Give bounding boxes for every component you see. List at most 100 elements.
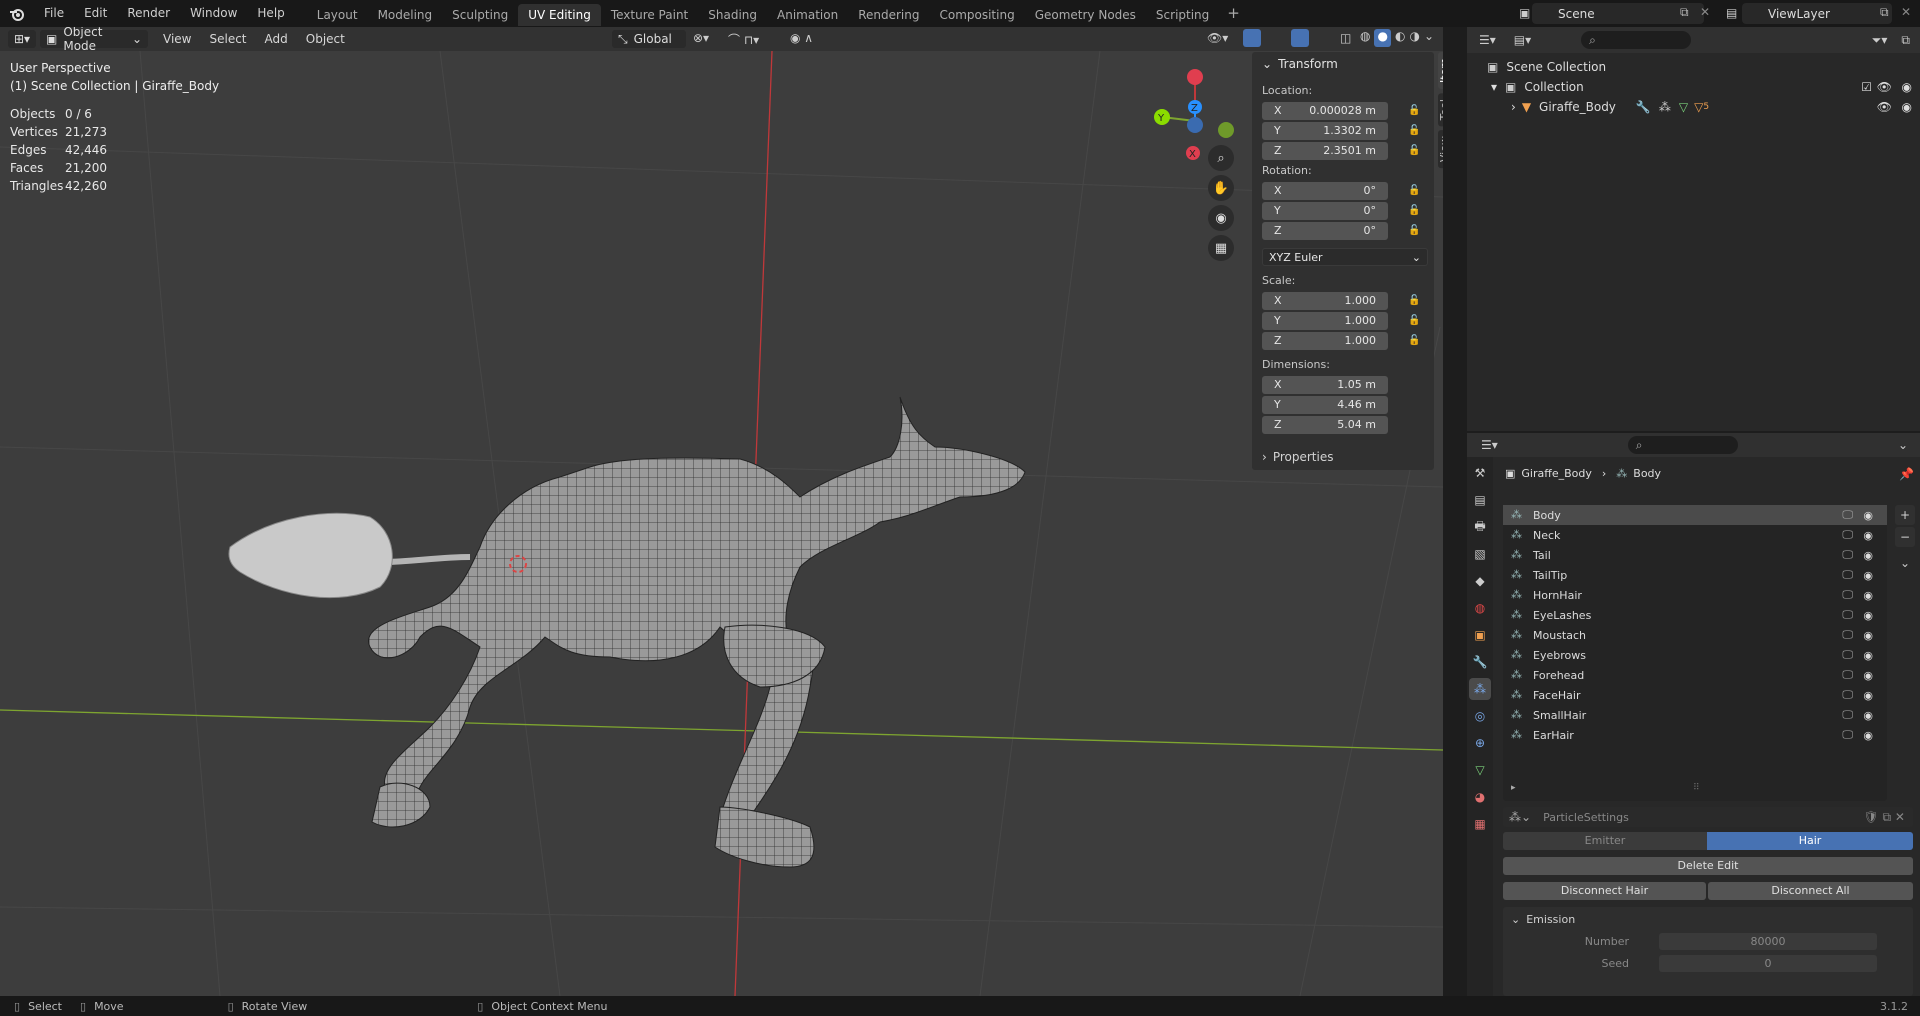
add-particle-system-button[interactable]: + bbox=[1895, 505, 1915, 525]
view-layer-icon[interactable]: ▧ bbox=[1469, 543, 1491, 565]
particle-system-item[interactable]: ⁂ Forehead 🖵 ◉ bbox=[1503, 665, 1887, 685]
viewport-display-icon[interactable]: 🖵 bbox=[1842, 728, 1853, 742]
constraint-icon[interactable]: ⊕ bbox=[1469, 732, 1491, 754]
scene-icon[interactable]: ◆ bbox=[1469, 570, 1491, 592]
disconnect-hair-button[interactable]: Disconnect Hair bbox=[1503, 882, 1706, 900]
proportional-edit-icon[interactable]: ◉ ∧ bbox=[790, 31, 813, 45]
emitter-type-button[interactable]: Emitter bbox=[1503, 832, 1707, 850]
particle-system-item[interactable]: ⁂ TailTip 🖵 ◉ bbox=[1503, 565, 1887, 585]
delete-viewlayer-icon[interactable]: ✕ bbox=[1901, 5, 1911, 19]
rotation-y-field[interactable]: Y 0° bbox=[1262, 202, 1388, 220]
scene-selector[interactable]: Scene bbox=[1532, 3, 1704, 24]
zoom-icon[interactable]: ⌕ bbox=[1208, 145, 1234, 171]
dimensions-z-field[interactable]: Z 5.04 m bbox=[1262, 416, 1388, 434]
particle-system-item[interactable]: ⁂ SmallHair 🖵 ◉ bbox=[1503, 705, 1887, 725]
camera-icon[interactable]: ◉ bbox=[1902, 100, 1912, 114]
options-dropdown-icon[interactable]: ⌄ bbox=[1898, 438, 1908, 452]
shading-modes[interactable]: ◍ ● ◐ ◑ ⌄ bbox=[1360, 29, 1440, 47]
sidebar-tab-view[interactable]: View bbox=[1438, 130, 1443, 169]
emission-header[interactable]: ⌄ Emission bbox=[1503, 907, 1913, 931]
giraffe-mesh[interactable] bbox=[228, 396, 1026, 868]
sidebar-tab-tool[interactable]: Tool bbox=[1438, 93, 1443, 127]
eye-icon[interactable]: 👁 bbox=[1877, 100, 1892, 114]
camera-icon[interactable]: ◉ bbox=[1902, 80, 1912, 94]
lock-icon[interactable]: 🔓 bbox=[1408, 295, 1420, 307]
new-collection-icon[interactable]: ⧉ bbox=[1901, 33, 1910, 48]
add-workspace-button[interactable]: + bbox=[1219, 0, 1248, 27]
outliner-scene-collection[interactable]: ▣ Scene Collection bbox=[1467, 57, 1920, 77]
remove-particle-system-button[interactable]: − bbox=[1895, 527, 1915, 547]
material-icon[interactable]: ◕ bbox=[1469, 786, 1491, 808]
editor-type-icon[interactable]: ☰▾ bbox=[1479, 33, 1496, 47]
material-shading-icon[interactable]: ◐ bbox=[1395, 29, 1405, 47]
particle-system-item[interactable]: ⁂ Body 🖵 ◉ bbox=[1503, 505, 1887, 525]
xray-icon[interactable]: ◫ bbox=[1340, 31, 1351, 45]
tab-sculpting[interactable]: Sculpting bbox=[442, 4, 518, 26]
resize-handle-icon[interactable]: ⠿ bbox=[1693, 783, 1700, 793]
viewport-display-icon[interactable]: 🖵 bbox=[1842, 668, 1853, 682]
dimensions-y-field[interactable]: Y 4.46 m bbox=[1262, 396, 1388, 414]
properties-search-input[interactable]: ⌕ bbox=[1627, 436, 1738, 454]
3d-viewport[interactable]: ⊞▾ ▣ Object Mode ⌄ View Select Add Object ⤡… bbox=[0, 27, 1443, 996]
viewport-display-icon[interactable]: 🖵 bbox=[1842, 648, 1853, 662]
menu-file[interactable]: File bbox=[34, 0, 74, 27]
camera-icon[interactable]: ◉ bbox=[1863, 549, 1873, 562]
camera-icon[interactable]: ◉ bbox=[1863, 589, 1873, 602]
ortho-grid-icon[interactable]: ▦ bbox=[1208, 235, 1234, 261]
data-icon[interactable]: ▽ bbox=[1469, 759, 1491, 781]
overlay-toggle-button[interactable] bbox=[1291, 29, 1309, 47]
particle-system-item[interactable]: ⁂ Neck 🖵 ◉ bbox=[1503, 525, 1887, 545]
checkbox-icon[interactable]: ☑ bbox=[1861, 80, 1872, 94]
gizmo-toggle-button[interactable] bbox=[1243, 29, 1261, 47]
sidebar-tab-item[interactable]: Item bbox=[1438, 52, 1443, 90]
fake-user-icon[interactable]: 🛡 ⧉ ✕ bbox=[1864, 810, 1906, 825]
disconnect-all-button[interactable]: Disconnect All bbox=[1708, 882, 1913, 900]
particle-system-item[interactable]: ⁂ EarHair 🖵 ◉ bbox=[1503, 725, 1887, 745]
viewport-display-icon[interactable]: 🖵 bbox=[1842, 548, 1853, 562]
scale-y-field[interactable]: Y 1.000 bbox=[1262, 312, 1388, 330]
snap-icon[interactable]: ⌒ ⊓▾ bbox=[728, 31, 759, 48]
scale-z-field[interactable]: Z 1.000 bbox=[1262, 332, 1388, 350]
tool-icon[interactable]: ⚒ bbox=[1469, 462, 1491, 484]
new-viewlayer-icon[interactable]: ⧉ bbox=[1880, 5, 1889, 20]
viewport-display-icon[interactable]: 🖵 bbox=[1842, 628, 1853, 642]
rendered-shading-icon[interactable]: ◑ bbox=[1409, 29, 1419, 47]
editor-type-icon[interactable]: ☰▾ bbox=[1481, 438, 1498, 452]
orientation-selector[interactable]: ⤡ Global bbox=[612, 30, 686, 48]
new-scene-icon[interactable]: ⧉ bbox=[1680, 5, 1689, 20]
particle-system-item[interactable]: ⁂ FaceHair 🖵 ◉ bbox=[1503, 685, 1887, 705]
lock-icon[interactable]: 🔓 bbox=[1408, 185, 1420, 197]
delete-scene-icon[interactable]: ✕ bbox=[1700, 5, 1710, 19]
location-z-field[interactable]: Z 2.3501 m bbox=[1262, 142, 1388, 160]
viewport-menu-object[interactable]: Object bbox=[297, 32, 354, 46]
viewport-menu-view[interactable]: View bbox=[154, 32, 200, 46]
viewport-display-icon[interactable]: 🖵 bbox=[1842, 528, 1853, 542]
menu-help[interactable]: Help bbox=[247, 0, 294, 27]
blender-logo-icon[interactable] bbox=[0, 0, 34, 27]
viewport-display-icon[interactable]: 🖵 bbox=[1842, 708, 1853, 722]
outliner-object-giraffe[interactable]: › ▼ Giraffe_Body 🔧 ⁂ ▽ ▽ 5 👁 ◉ bbox=[1467, 97, 1920, 117]
rotation-mode-select[interactable]: XYZ Euler ⌄ bbox=[1262, 248, 1428, 266]
camera-icon[interactable]: ◉ bbox=[1863, 729, 1873, 742]
viewport-display-icon[interactable]: 🖵 bbox=[1842, 608, 1853, 622]
eye-icon[interactable]: 👁 bbox=[1877, 80, 1892, 94]
viewport-scene[interactable] bbox=[0, 27, 1443, 996]
particle-system-item[interactable]: ⁂ Moustach 🖵 ◉ bbox=[1503, 625, 1887, 645]
pin-icon[interactable]: 📌 bbox=[1899, 467, 1914, 481]
lock-icon[interactable]: 🔓 bbox=[1408, 205, 1420, 217]
viewlayer-selector[interactable]: ViewLayer bbox=[1742, 3, 1892, 24]
world-icon[interactable]: ◍ bbox=[1469, 597, 1491, 619]
lock-icon[interactable]: 🔓 bbox=[1408, 145, 1420, 157]
tab-animation[interactable]: Animation bbox=[767, 4, 848, 26]
tab-layout[interactable]: Layout bbox=[307, 4, 368, 26]
viewport-display-icon[interactable]: 🖵 bbox=[1842, 568, 1853, 582]
pivot-icon[interactable]: ⊗▾ bbox=[693, 31, 709, 45]
tab-shading[interactable]: Shading bbox=[698, 4, 767, 26]
camera-icon[interactable]: ◉ bbox=[1863, 529, 1873, 542]
list-specials-icon[interactable]: ⌄ bbox=[1895, 553, 1915, 573]
physics-icon[interactable]: ◎ bbox=[1469, 705, 1491, 727]
chevron-right-icon[interactable]: › bbox=[1511, 100, 1516, 114]
wireframe-shading-icon[interactable]: ◍ bbox=[1360, 29, 1370, 47]
seed-field[interactable]: 0 bbox=[1659, 955, 1877, 972]
output-icon[interactable]: 🖶 bbox=[1469, 516, 1491, 538]
